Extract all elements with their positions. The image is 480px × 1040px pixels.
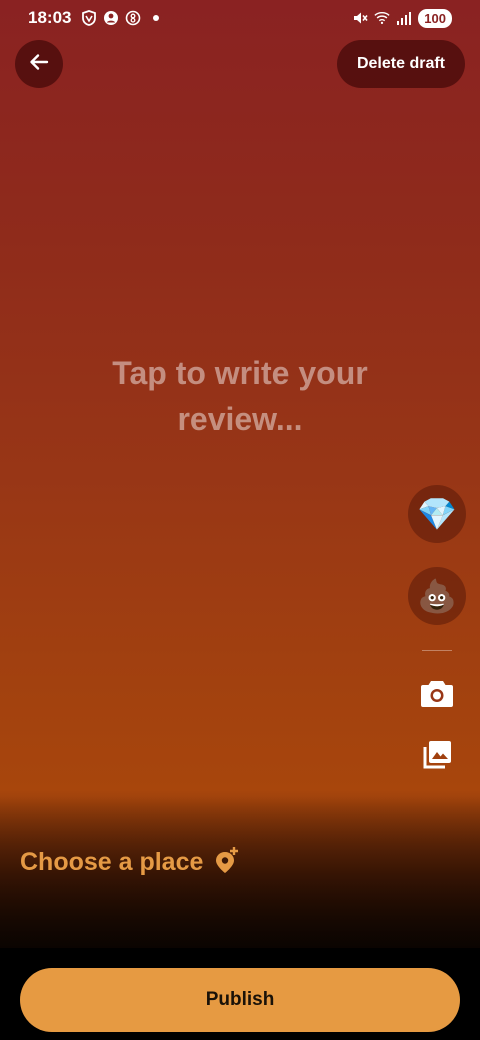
review-editor-screen: 18:03 100 Delete draft Tap to write your… [0,0,480,948]
choose-place-row[interactable]: Choose a place [20,844,239,880]
publish-button[interactable]: Publish [20,968,460,1032]
arrow-left-icon [28,51,50,78]
status-right: 100 [352,8,452,28]
mute-icon [352,10,368,26]
camera-button[interactable] [418,676,456,714]
gem-icon: 💎 [417,496,457,532]
notification-dot [153,15,160,21]
bad-rating-button[interactable]: 💩 [408,567,466,625]
status-time: 18:03 [28,8,72,27]
gallery-button[interactable] [418,738,456,776]
account-icon [103,10,119,26]
back-button[interactable] [15,40,63,88]
choose-place-label: Choose a place [20,847,204,876]
signal-icon [396,10,412,26]
status-bar: 18:03 100 [0,0,480,36]
review-text-placeholder[interactable]: Tap to write your review... [60,350,420,442]
ring-icon [125,10,141,26]
poop-icon: 💩 [417,578,457,614]
side-divider [422,650,452,651]
camera-icon [420,678,454,713]
shield-icon [81,10,97,26]
add-location-icon [215,846,239,879]
wifi-icon [374,10,390,26]
gallery-icon [421,739,453,776]
battery-indicator: 100 [418,8,452,28]
good-rating-button[interactable]: 💎 [408,485,466,543]
delete-draft-button[interactable]: Delete draft [336,40,465,88]
status-left: 18:03 [28,8,160,28]
